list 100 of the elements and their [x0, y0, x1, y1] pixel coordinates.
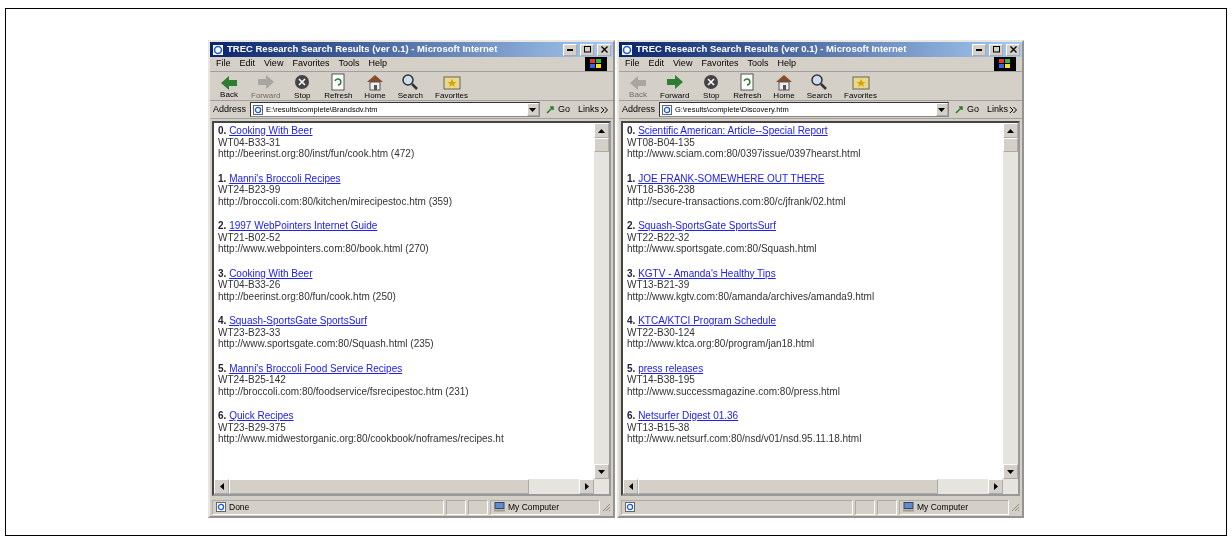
links-button[interactable]: Links: [576, 102, 610, 117]
vertical-scrollbar[interactable]: [1003, 123, 1018, 479]
stop-button[interactable]: Stop: [289, 72, 316, 100]
scroll-left-button[interactable]: [623, 479, 638, 494]
caret-icon: [584, 483, 589, 490]
refresh-button[interactable]: Refresh: [730, 72, 765, 100]
horizontal-scrollbar[interactable]: [623, 479, 1018, 494]
page-icon: [625, 502, 635, 512]
status-pane: [468, 499, 488, 515]
scroll-left-button[interactable]: [214, 479, 229, 494]
scrollbar-thumb[interactable]: [638, 479, 938, 494]
result-link[interactable]: Manni's Broccoli Recipes: [229, 172, 341, 184]
menu-item[interactable]: Help: [777, 57, 796, 71]
caret-icon: [529, 107, 537, 112]
vertical-scrollbar[interactable]: [594, 123, 609, 479]
horizontal-scrollbar[interactable]: [214, 479, 609, 494]
result-url: http://www.sciam.com:80/0397issue/0397hearst.html: [627, 148, 861, 159]
favorites-button[interactable]: Favorites: [432, 72, 471, 100]
menu-item[interactable]: Favorites: [701, 57, 739, 71]
favorites-button[interactable]: Favorites: [841, 72, 880, 100]
result-number: 1.: [627, 172, 636, 184]
result-link[interactable]: 1997 WebPointers Internet Guide: [229, 220, 378, 231]
forward-button[interactable]: Forward: [657, 72, 693, 100]
computer-icon: [494, 502, 505, 512]
minimize-icon: [976, 48, 982, 51]
scroll-down-button[interactable]: [1003, 464, 1018, 479]
minimize-button[interactable]: [563, 43, 577, 56]
maximize-icon: [583, 46, 591, 53]
menu-item[interactable]: View: [673, 57, 693, 71]
forward-arrow-icon: [255, 72, 276, 91]
document-id: WT21-B02-52: [218, 231, 281, 243]
scroll-right-button[interactable]: [579, 479, 594, 494]
page-icon: [662, 104, 673, 115]
back-arrow-icon: [219, 73, 239, 90]
result-link[interactable]: KGTV - Amanda's Healthy Tips: [638, 267, 776, 279]
home-button[interactable]: Home: [770, 72, 798, 100]
result-link[interactable]: Scientific American: Article--Special Report: [638, 125, 828, 136]
result-link[interactable]: Cooking With Beer: [229, 125, 313, 136]
scrollbar-thumb[interactable]: [229, 479, 529, 494]
close-button[interactable]: [597, 43, 611, 56]
scroll-down-button[interactable]: [594, 464, 609, 479]
menu-item[interactable]: Edit: [648, 57, 665, 71]
home-button[interactable]: Home: [361, 72, 389, 100]
menu-item[interactable]: Help: [368, 57, 387, 71]
scrollbar-thumb[interactable]: [594, 138, 609, 152]
minimize-button[interactable]: [972, 43, 986, 56]
computer-icon: [903, 502, 914, 512]
menu-item[interactable]: View: [264, 57, 284, 71]
result-url: http://www.sportsgate.com:80/Squash.html (235): [218, 338, 434, 349]
scroll-up-button[interactable]: [594, 123, 609, 138]
stop-button[interactable]: Stop: [698, 72, 725, 100]
scroll-up-button[interactable]: [1003, 123, 1018, 138]
dropdown-button[interactable]: [526, 103, 539, 116]
result-link[interactable]: JOE FRANK-SOMEWHERE OUT THERE: [638, 172, 825, 184]
logo-icon: [585, 57, 607, 71]
go-button[interactable]: Go: [543, 102, 572, 117]
result-url: http://www.sportsgate.com:80/Squash.html: [627, 243, 817, 254]
result-link[interactable]: Netsurfer Digest 01.36: [638, 410, 739, 421]
document-id: WT23-B29-375: [218, 421, 286, 433]
search-button[interactable]: Search: [394, 72, 427, 100]
menu-item[interactable]: Tools: [747, 57, 769, 71]
back-button[interactable]: Back: [216, 73, 242, 99]
result-number: 1.: [218, 172, 227, 184]
result-link[interactable]: press releases: [638, 362, 704, 374]
maximize-button[interactable]: [580, 43, 594, 56]
result-link[interactable]: KTCA/KTCI Program Schedule: [638, 315, 776, 326]
scroll-right-button[interactable]: [988, 479, 1003, 494]
maximize-button[interactable]: [989, 43, 1003, 56]
result-url: http://www.netsurf.com:80/nsd/v01/nsd.95.11.18.html: [627, 433, 862, 444]
result-link[interactable]: Squash-SportsGate SportsSurf: [229, 315, 367, 326]
go-button[interactable]: Go: [952, 102, 981, 117]
result-url: http://www.webpointers.com:80/book.html (270): [218, 243, 429, 254]
links-button[interactable]: Links: [985, 102, 1019, 117]
document-id: WT14-B38-195: [627, 374, 695, 385]
result-url: http://www.midwestorganic.org:80/cookbook/noframes/recipes.ht: [218, 433, 504, 444]
menu-item[interactable]: File: [216, 57, 231, 71]
menu-item[interactable]: Favorites: [292, 57, 330, 71]
document-id: WT04-B33-31: [218, 136, 281, 148]
result-url: http://broccoli.com:80/kitchen/mirecipestoc.htm (359): [218, 195, 452, 207]
window-title: TREC Research Search Results (ver 0.1) - Microsoft Internet: [636, 42, 908, 57]
result-link[interactable]: Manni's Broccoli Food Service Recipes: [229, 362, 403, 374]
menu-item[interactable]: Edit: [239, 57, 256, 71]
zone-text: My Computer: [917, 500, 968, 514]
menu-item[interactable]: Tools: [338, 57, 360, 71]
result-link[interactable]: Squash-SportsGate SportsSurf: [638, 220, 776, 231]
dropdown-button[interactable]: [935, 103, 948, 116]
caret-icon: [938, 107, 946, 112]
document-id: WT23-B23-33: [218, 326, 281, 338]
result-link[interactable]: Quick Recipes: [229, 410, 294, 421]
scrollbar-thumb[interactable]: [1003, 138, 1018, 152]
page-icon: [212, 43, 224, 56]
close-icon: [1009, 46, 1017, 53]
menu-item[interactable]: File: [625, 57, 640, 71]
result-link[interactable]: Cooking With Beer: [229, 267, 313, 279]
search-button[interactable]: Search: [803, 72, 836, 100]
refresh-button[interactable]: Refresh: [321, 72, 356, 100]
page-icon: [253, 104, 264, 115]
result-url: http://www.kgtv.com:80/amanda/archives/amanda9.html: [627, 290, 875, 302]
address-label: Address: [213, 102, 247, 116]
close-button[interactable]: [1006, 43, 1020, 56]
